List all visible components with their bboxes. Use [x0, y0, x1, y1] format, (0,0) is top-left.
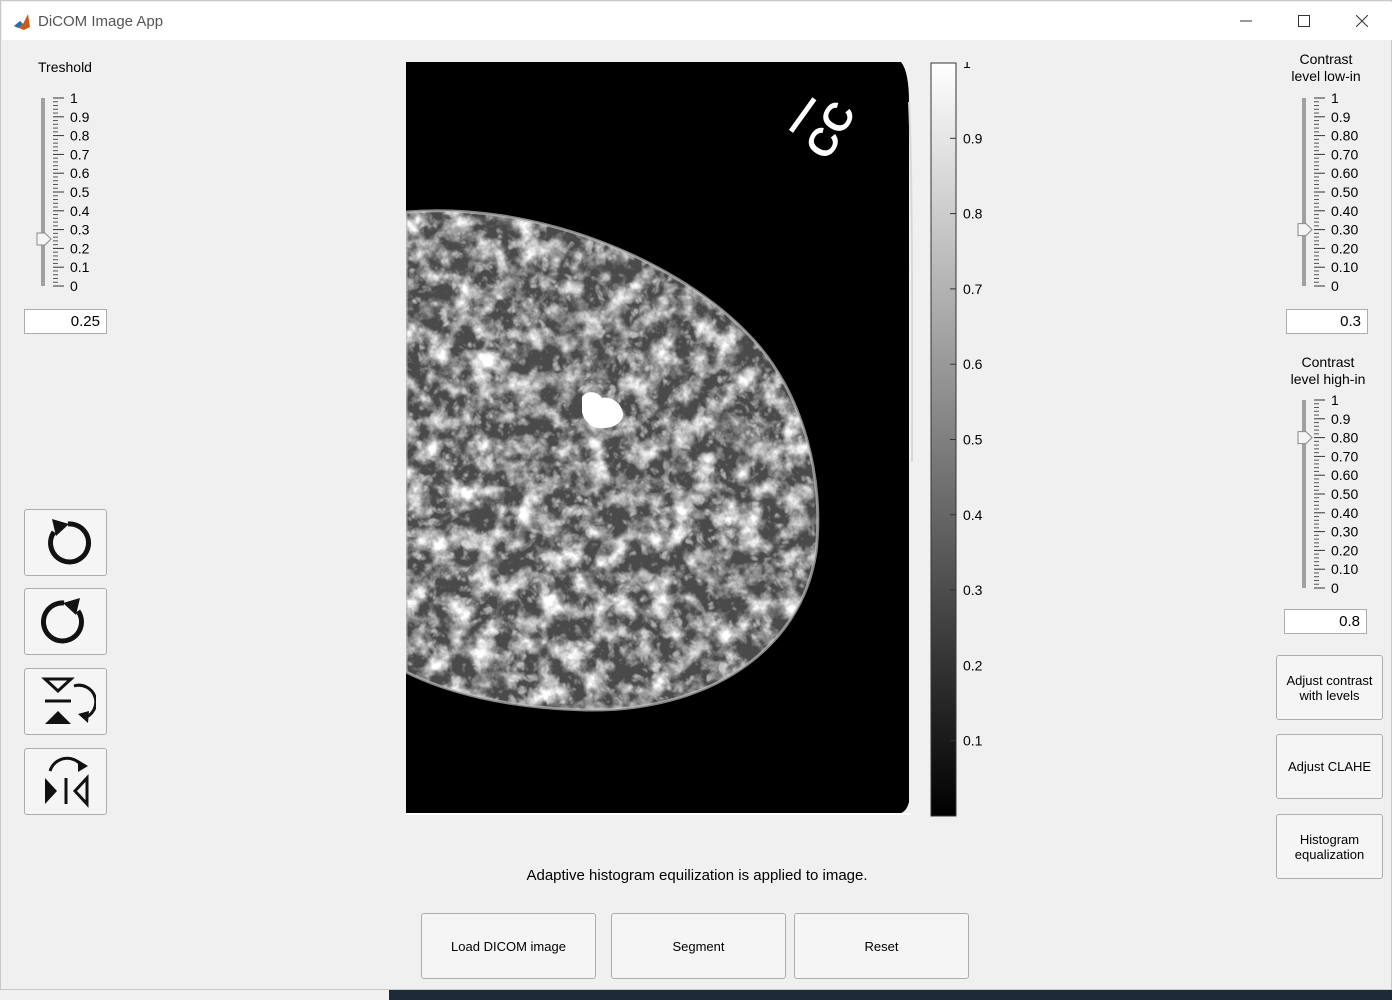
colorbar-tick-label: 1	[963, 62, 971, 71]
slider-tick-label: 0.8	[70, 128, 90, 144]
rotate-clockwise-button[interactable]	[24, 588, 107, 655]
slider-tick-label: 0.20	[1331, 240, 1358, 256]
slider-tick-label: 0.9	[70, 109, 90, 125]
flip-horizontal-button[interactable]	[24, 748, 107, 815]
load-dicom-button[interactable]: Load DICOM image	[421, 913, 596, 979]
slider-tick-label: 0.7	[70, 146, 90, 162]
colorbar-tick-label: 0.2	[963, 657, 983, 673]
threshold-value-field[interactable]: 0.25	[24, 309, 107, 334]
app-window: DiCOM Image App Treshold 1 0.9 0.8 0.7 0.6 0.…	[0, 0, 1392, 990]
rotate-counterclockwise-button[interactable]	[24, 509, 107, 576]
slider-tick-label: 0.9	[1331, 109, 1351, 125]
slider-tick-label: 1	[1331, 393, 1339, 408]
colorbar-tick-label: 0.1	[963, 733, 983, 749]
colorbar-tick-label: 0.6	[963, 356, 983, 372]
rotate-counterclockwise-icon	[47, 518, 91, 564]
colorbar-tick-label: 0.7	[963, 281, 983, 297]
colorbar-tick-label: 0.8	[963, 206, 983, 222]
close-icon	[1356, 15, 1368, 27]
histogram-equalization-button[interactable]: Histogram equalization	[1276, 814, 1383, 879]
flip-horizontal-icon	[44, 756, 88, 808]
adjust-contrast-levels-button[interactable]: Adjust contrast with levels	[1276, 655, 1383, 720]
threshold-label: Treshold	[38, 59, 92, 75]
slider-tick-label: 0	[70, 278, 78, 293]
contrast-low-value-field[interactable]: 0.3	[1286, 309, 1368, 334]
slider-track[interactable]	[1302, 400, 1306, 588]
slider-tick-label: 0.1	[70, 259, 90, 275]
slider-tick-label: 0.20	[1331, 542, 1358, 558]
window-title: DiCOM Image App	[38, 13, 164, 30]
colorbar: 1 0.9 0.8 0.7 0.6 0.5 0.4 0.3 0.2 0.1	[930, 62, 983, 817]
contrast-high-label: Contrast level high-in	[1277, 354, 1379, 388]
rotate-clockwise-icon	[40, 597, 84, 643]
slider-tick-label: 0.40	[1331, 203, 1358, 219]
close-button[interactable]	[1333, 2, 1391, 40]
contrast-high-label-line1: Contrast	[1301, 354, 1355, 370]
slider-tick-label: 0.70	[1331, 448, 1358, 464]
slider-tick-label: 0.2	[70, 240, 90, 256]
mammogram-image: CC	[404, 62, 914, 815]
slider-tick-label: 0.30	[1331, 222, 1358, 238]
slider-tick-label: 0.80	[1331, 430, 1358, 446]
slider-tick-label: 0.30	[1331, 524, 1358, 540]
segment-button[interactable]: Segment	[611, 913, 786, 979]
adjust-contrast-levels-line2: with levels	[1299, 687, 1360, 703]
title-bar: DiCOM Image App	[2, 2, 1392, 40]
threshold-slider[interactable]: 1 0.9 0.8 0.7 0.6 0.5 0.4 0.3 0.2 0.1 0	[31, 91, 111, 293]
contrast-high-value-field[interactable]: 0.8	[1284, 609, 1367, 634]
slider-tick-label: 0.4	[70, 203, 90, 219]
flip-vertical-button[interactable]	[24, 668, 107, 735]
colorbar-tick-label: 0.5	[963, 432, 983, 448]
flip-vertical-icon	[40, 677, 96, 724]
reset-button[interactable]: Reset	[794, 913, 969, 979]
slider-tick-label: 0.40	[1331, 505, 1358, 521]
slider-track[interactable]	[41, 98, 45, 286]
contrast-high-label-line2: level high-in	[1290, 371, 1366, 387]
slider-tick-label: 0.10	[1331, 561, 1358, 577]
minimize-icon	[1240, 20, 1252, 22]
adjust-contrast-levels-line1: Adjust contrast	[1286, 672, 1373, 688]
slider-tick-label: 0.70	[1331, 146, 1358, 162]
maximize-button[interactable]	[1275, 2, 1333, 40]
colorbar-tick-label: 0.9	[963, 130, 983, 146]
slider-tick-label: 0.9	[1331, 411, 1351, 427]
colorbar-tick-label: 0.4	[963, 507, 983, 523]
contrast-low-label: Contrast level low-in	[1277, 51, 1375, 85]
slider-tick-label: 0.3	[70, 222, 90, 238]
os-taskbar	[389, 990, 1392, 1000]
histogram-equalization-line2: equalization	[1294, 846, 1365, 862]
slider-tick-label: 0	[1331, 278, 1339, 293]
slider-tick-label: 0.6	[70, 165, 90, 181]
contrast-high-slider[interactable]: 1 0.9 0.80 0.70 0.60 0.50 0.40 0.30 0.20 0.10 0	[1292, 393, 1382, 595]
minimize-button[interactable]	[1217, 2, 1275, 40]
slider-thumb[interactable]	[1297, 223, 1313, 237]
colorbar-tick-label: 0.3	[963, 582, 983, 598]
adjust-clahe-button[interactable]: Adjust CLAHE	[1276, 734, 1383, 799]
contrast-low-slider[interactable]: 1 0.9 0.80 0.70 0.60 0.50 0.40 0.30 0.20 0.10 0	[1292, 91, 1382, 293]
contrast-low-label-line2: level low-in	[1291, 68, 1361, 84]
slider-tick-label: 0.10	[1331, 259, 1358, 275]
slider-tick-label: 0.5	[70, 184, 90, 200]
slider-tick-label: 0.50	[1331, 184, 1358, 200]
slider-tick-label: 0.60	[1331, 165, 1358, 181]
status-message: Adaptive histogram equilization is appli…	[526, 867, 868, 884]
maximize-icon	[1298, 15, 1310, 27]
slider-tick-label: 0.80	[1331, 128, 1358, 144]
slider-tick-label: 0.50	[1331, 486, 1358, 502]
slider-tick-label: 0.60	[1331, 467, 1358, 483]
slider-thumb[interactable]	[1297, 431, 1313, 445]
slider-tick-label: 1	[70, 91, 78, 106]
slider-tick-label: 0	[1331, 580, 1339, 595]
slider-tick-label: 1	[1331, 91, 1339, 106]
slider-thumb[interactable]	[36, 232, 52, 246]
contrast-low-label-line1: Contrast	[1299, 51, 1353, 67]
slider-track[interactable]	[1302, 98, 1306, 286]
histogram-equalization-line1: Histogram	[1299, 831, 1360, 847]
matlab-logo-icon	[12, 12, 32, 32]
